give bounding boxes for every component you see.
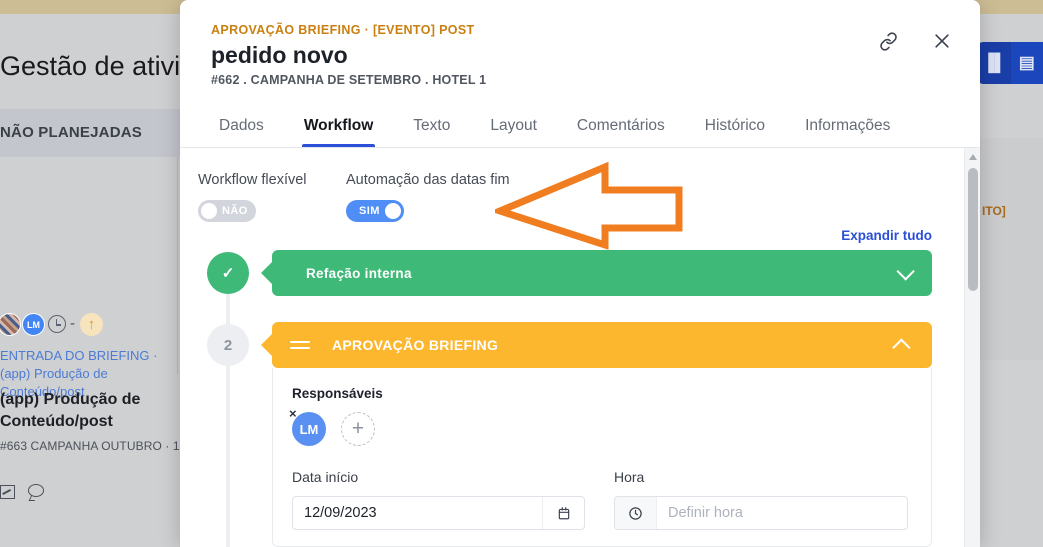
tab-layout[interactable]: Layout — [470, 117, 557, 147]
toggle-knob — [385, 203, 401, 219]
workflow-step-aprovacao-briefing[interactable]: APROVAÇÃO BRIEFING — [261, 322, 932, 368]
workflow-automation-toggle[interactable]: SIM — [346, 200, 404, 222]
arrow-up-icon: ↑ — [80, 313, 103, 336]
modal-title: pedido novo — [211, 42, 348, 68]
step-marker-2: 2 — [207, 324, 249, 366]
assignee-avatar[interactable]: LM — [292, 412, 326, 446]
chevron-down-icon[interactable] — [896, 261, 915, 281]
tab-comentarios[interactable]: Comentários — [557, 117, 685, 147]
tab-texto[interactable]: Texto — [393, 117, 470, 147]
right-panel-label: ITO] — [982, 204, 1006, 218]
clock-icon — [48, 315, 66, 333]
modal-subtitle: #662 . CAMPANHA DE SETEMBRO . HOTEL 1 — [211, 73, 487, 87]
screen: Gestão de ativid NÃO PLANEJADAS LM - ↑ E… — [0, 0, 1043, 547]
remove-assignee-button[interactable]: × — [289, 406, 297, 421]
modal-eyebrow: APROVAÇÃO BRIEFING · [EVENTO] POST — [211, 23, 475, 37]
drag-handle-icon[interactable] — [290, 339, 310, 351]
calendar-icon[interactable] — [542, 497, 584, 529]
hora-field[interactable]: Definir hora — [614, 496, 908, 530]
comment-icon[interactable] — [28, 484, 44, 497]
workflow-step-title: Refação interna — [306, 265, 412, 281]
workflow-timeline-rail — [226, 263, 230, 547]
image-icon[interactable] — [0, 485, 15, 499]
hora-label: Hora — [614, 469, 645, 485]
card-icon-row — [0, 484, 178, 505]
chevron-up-icon[interactable] — [892, 337, 911, 357]
scroll-up-arrow-icon[interactable] — [969, 154, 977, 160]
workflow-step-title: APROVAÇÃO BRIEFING — [332, 337, 499, 353]
add-assignee-button[interactable]: + — [341, 412, 375, 446]
link-icon[interactable] — [875, 28, 901, 54]
clock-icon[interactable] — [615, 497, 657, 529]
board-view-button[interactable]: ▐▌ — [978, 42, 1011, 84]
workflow-step-refacao-interna[interactable]: Refação interna — [261, 250, 932, 296]
modal-scrollbar[interactable] — [964, 148, 980, 547]
modal-header-actions — [875, 28, 955, 54]
modal-header: APROVAÇÃO BRIEFING · [EVENTO] POST pedid… — [180, 0, 980, 148]
toggle-knob — [201, 203, 217, 219]
card-time-dash: - — [70, 315, 75, 332]
view-toggle-button-group[interactable]: ▐▌ ▤ — [978, 42, 1043, 84]
data-inicio-value[interactable]: 12/09/2023 — [293, 497, 542, 529]
responsaveis-label: Responsáveis — [292, 386, 383, 401]
workflow-automation-label: Automação das datas fim — [346, 172, 510, 188]
card-meta: #663 CAMPANHA OUTUBRO · 1 — [0, 439, 180, 453]
user-avatar-photo[interactable] — [0, 313, 21, 336]
modal-body: Workflow flexível Automação das datas fi… — [180, 148, 980, 547]
data-inicio-label: Data início — [292, 469, 359, 485]
modal-tabs: Dados Workflow Texto Layout Comentários … — [180, 106, 980, 148]
board-column-header-label: NÃO PLANEJADAS — [0, 124, 142, 141]
tab-historico[interactable]: Histórico — [685, 117, 785, 147]
workflow-step-details-panel: Responsáveis × LM + Data início 12/09/20… — [272, 368, 932, 547]
step-marker-done: ✓ — [207, 252, 249, 294]
workflow-flexible-toggle[interactable]: NÃO — [198, 200, 256, 222]
list-view-button[interactable]: ▤ — [1010, 42, 1043, 84]
tab-workflow[interactable]: Workflow — [284, 117, 393, 147]
data-inicio-field[interactable]: 12/09/2023 — [292, 496, 585, 530]
expand-all-link[interactable]: Expandir tudo — [841, 228, 932, 243]
workflow-flexible-toggle-value: NÃO — [222, 205, 248, 217]
tab-dados[interactable]: Dados — [211, 117, 284, 147]
board-card[interactable]: LM - ↑ ENTRADA DO BRIEFING · (app) Produ… — [0, 157, 180, 499]
right-side-panel — [975, 138, 1043, 360]
workflow-automation-toggle-value: SIM — [359, 205, 380, 217]
close-icon[interactable] — [929, 28, 955, 54]
card-avatar-row: LM - ↑ — [0, 313, 178, 337]
user-avatar-initials[interactable]: LM — [22, 313, 45, 336]
workflow-flexible-label: Workflow flexível — [198, 172, 307, 188]
workflow-scroll-area: Workflow flexível Automação das datas fi… — [180, 148, 964, 547]
hora-placeholder[interactable]: Definir hora — [657, 497, 907, 529]
card-title: (app) Produção de Conteúdo/post — [0, 391, 141, 430]
task-detail-modal: APROVAÇÃO BRIEFING · [EVENTO] POST pedid… — [180, 0, 980, 547]
scrollbar-thumb[interactable] — [968, 168, 978, 291]
tab-informacoes[interactable]: Informações — [785, 117, 910, 147]
